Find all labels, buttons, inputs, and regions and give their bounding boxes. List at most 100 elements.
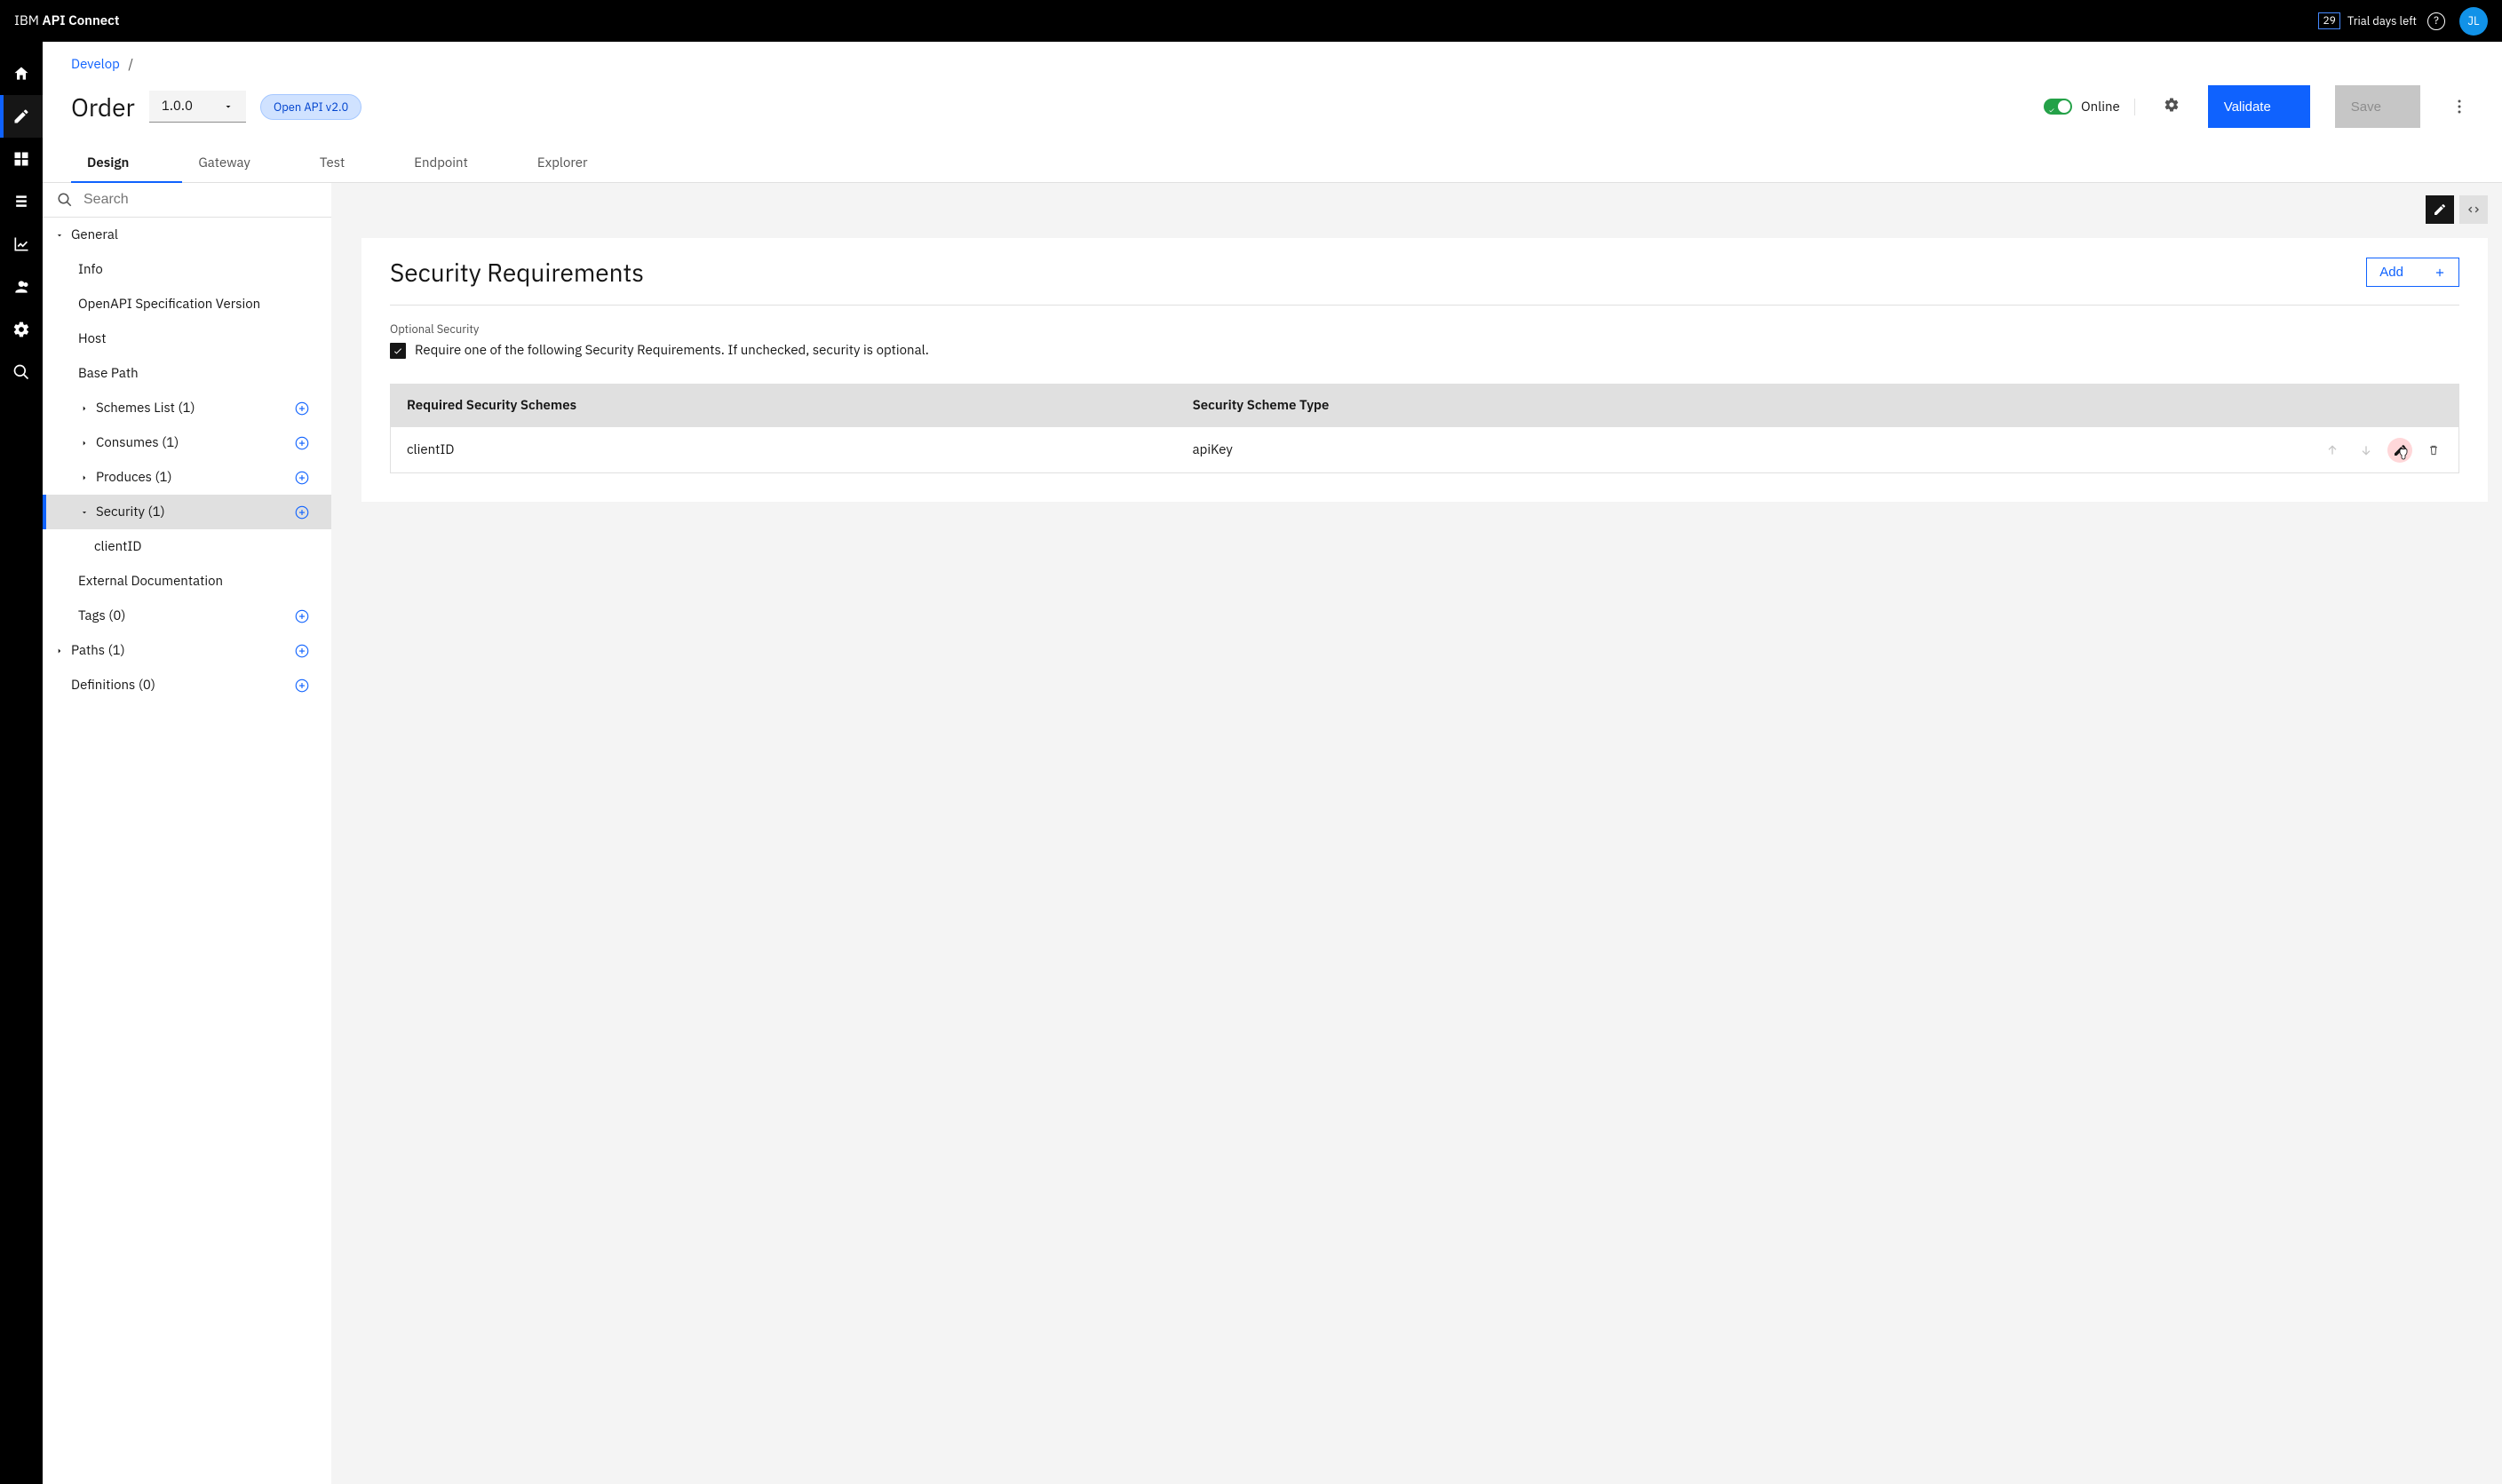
validate-button[interactable]: Validate	[2208, 85, 2310, 128]
page-header: Order 1.0.0 Open API v2.0 Online Validat…	[43, 73, 2502, 144]
content: Develop / Order 1.0.0 Open API v2.0 Onli…	[43, 42, 2502, 1484]
avatar[interactable]: JL	[2459, 7, 2488, 36]
trial-days-count: 29	[2318, 12, 2339, 29]
tree-consumes[interactable]: Consumes (1)	[43, 425, 331, 460]
rail-settings[interactable]	[0, 308, 43, 351]
tree-extdoc[interactable]: External Documentation	[43, 564, 331, 599]
require-checkbox[interactable]	[390, 343, 406, 359]
rail-catalog[interactable]	[0, 138, 43, 180]
trial-days-label: Trial days left	[2347, 13, 2417, 28]
tree-paths[interactable]: Paths (1)	[43, 633, 331, 668]
code-icon	[2466, 202, 2481, 217]
tree-security-clientid[interactable]: clientID	[43, 529, 331, 564]
add-icon[interactable]	[294, 435, 310, 451]
edit-row-button[interactable]	[2387, 438, 2412, 463]
trash-icon	[2427, 443, 2441, 457]
plus-icon	[2434, 266, 2446, 279]
online-label: Online	[2081, 99, 2120, 115]
overflow-menu[interactable]	[2445, 92, 2474, 121]
online-status: Online	[2044, 99, 2135, 115]
help-icon[interactable]: ?	[2427, 12, 2445, 30]
search-icon	[12, 363, 30, 381]
rail-members[interactable]	[0, 266, 43, 308]
left-rail	[0, 42, 43, 1484]
arrow-down-icon	[2359, 443, 2373, 457]
kebab-icon	[2458, 99, 2461, 114]
col-scheme-type: Security Scheme Type	[1177, 385, 2458, 426]
delete-row-button[interactable]	[2421, 438, 2446, 463]
require-checkbox-row: Require one of the following Security Re…	[390, 342, 2459, 359]
tabs: Design Gateway Test Endpoint Explorer	[43, 144, 2502, 183]
col-required-schemes: Required Security Schemes	[391, 385, 1177, 426]
tree-openapi[interactable]: OpenAPI Specification Version	[43, 287, 331, 321]
grid-icon	[12, 150, 30, 168]
version-select[interactable]: 1.0.0	[149, 91, 246, 123]
breadcrumb-sep: /	[128, 56, 133, 73]
home-icon	[12, 65, 30, 83]
rail-search[interactable]	[0, 351, 43, 393]
tab-design[interactable]: Design	[71, 144, 182, 182]
form-view-button[interactable]	[2426, 195, 2454, 224]
security-table: Required Security Schemes Security Schem…	[390, 384, 2459, 473]
tree-produces[interactable]: Produces (1)	[43, 460, 331, 495]
pencil-icon	[2393, 443, 2407, 457]
people-icon	[12, 278, 30, 296]
security-requirements-card: Security Requirements Add Optional Secur…	[361, 238, 2488, 502]
rail-analytics[interactable]	[0, 223, 43, 266]
add-icon[interactable]	[294, 608, 310, 624]
tree-host[interactable]: Host	[43, 321, 331, 356]
gear-icon	[2164, 97, 2180, 113]
add-icon[interactable]	[294, 401, 310, 417]
cell-type: apiKey	[1177, 427, 2320, 472]
chart-icon	[12, 235, 30, 253]
optional-label: Optional Security	[390, 321, 2459, 337]
require-text: Require one of the following Security Re…	[415, 342, 929, 359]
table-row: clientID apiKey	[391, 426, 2458, 472]
api-settings-button[interactable]	[2164, 97, 2180, 116]
table-head: Required Security Schemes Security Schem…	[391, 385, 2458, 426]
panel-toolbar	[361, 195, 2488, 224]
top-bar: IBM API Connect 29 Trial days left ? JL	[0, 0, 2502, 42]
add-icon[interactable]	[294, 504, 310, 520]
add-icon[interactable]	[294, 678, 310, 694]
tree-definitions[interactable]: Definitions (0)	[43, 668, 331, 702]
tree-schemes[interactable]: Schemes List (1)	[43, 391, 331, 425]
row-actions	[2320, 438, 2458, 463]
tab-gateway[interactable]: Gateway	[182, 144, 304, 182]
breadcrumb-develop[interactable]: Develop	[71, 56, 120, 73]
cell-scheme: clientID	[391, 427, 1177, 472]
tree-general[interactable]: General	[43, 218, 331, 252]
edit-icon	[12, 107, 30, 125]
edit-square-icon	[2433, 202, 2447, 217]
tab-explorer[interactable]: Explorer	[521, 144, 641, 182]
source-view-button[interactable]	[2459, 195, 2488, 224]
tree-tags[interactable]: Tags (0)	[43, 599, 331, 633]
brand: IBM API Connect	[14, 12, 120, 29]
tree-info[interactable]: Info	[43, 252, 331, 287]
tree-panel: General Info OpenAPI Specification Versi…	[43, 183, 331, 1484]
trial-days: 29 Trial days left	[2318, 12, 2417, 29]
main-panel: Security Requirements Add Optional Secur…	[331, 183, 2502, 1484]
tree-security[interactable]: Security (1)	[43, 495, 331, 529]
tab-endpoint[interactable]: Endpoint	[398, 144, 521, 182]
brand-prefix: IBM	[14, 12, 43, 29]
rail-data[interactable]	[0, 180, 43, 223]
page-title: Order	[71, 91, 135, 123]
search-input[interactable]	[83, 192, 317, 208]
chevron-down-icon	[223, 101, 234, 112]
check-icon	[393, 345, 403, 356]
rail-develop[interactable]	[0, 95, 43, 138]
add-icon[interactable]	[294, 643, 310, 659]
online-toggle[interactable]	[2044, 99, 2072, 115]
add-icon[interactable]	[294, 470, 310, 486]
rail-home[interactable]	[0, 52, 43, 95]
add-button[interactable]: Add	[2366, 258, 2459, 287]
spec-badge: Open API v2.0	[260, 94, 361, 120]
save-button: Save	[2335, 85, 2420, 128]
version-value: 1.0.0	[162, 98, 193, 115]
tree-search	[43, 183, 331, 218]
tab-test[interactable]: Test	[304, 144, 398, 182]
tree-basepath[interactable]: Base Path	[43, 356, 331, 391]
add-button-label: Add	[2379, 265, 2403, 280]
brand-name: API Connect	[43, 12, 120, 29]
